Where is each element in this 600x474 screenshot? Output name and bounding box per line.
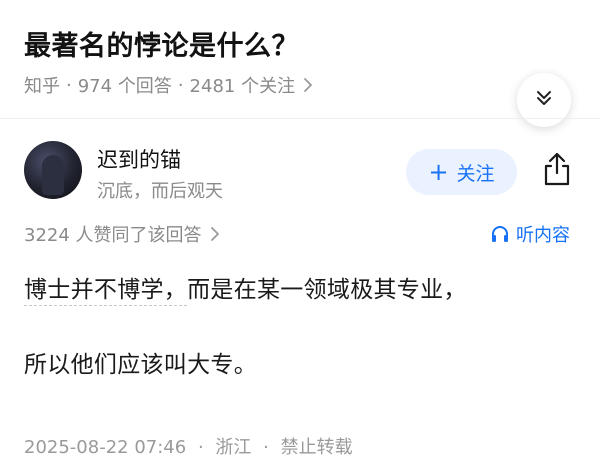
share-button[interactable] [538,150,576,192]
chevron-right-icon [303,77,313,93]
question-meta[interactable]: 知乎 · 974 个回答 · 2481 个关注 [24,72,313,98]
answer-footer: 2025-08-22 07:46 · 浙江 · 禁止转载 [24,433,353,459]
follow-label: 关注 [456,162,495,185]
answer-paragraph: 博士并不博学，而是在某一领域极其专业， [24,270,467,306]
upvote-info[interactable]: 3224 人赞同了该回答 [24,221,220,247]
share-icon [541,151,573,191]
answer-date: 2025-08-22 07:46 [24,437,187,458]
author-name[interactable]: 迟到的锚 [97,144,181,174]
answer-text-segment[interactable]: 博士并不博学， [24,277,188,306]
meta-separator: · [263,437,269,458]
answers-count: 974 个回答 [77,76,172,97]
answer-location: 浙江 [215,437,252,458]
plus-icon: + [428,158,449,186]
meta-separator: · [177,74,184,96]
listen-label: 听内容 [516,225,570,246]
answer-paragraph: 所以他们应该叫大专。 [24,352,257,378]
author-bio: 沉底，而后观天 [97,181,223,202]
meta-separator: · [66,74,72,96]
divider [0,118,600,119]
listen-button[interactable]: 听内容 [490,221,570,247]
copyright-label: 禁止转载 [280,437,353,458]
double-chevron-down-icon [534,88,554,112]
answer-text-segment: 而是在某一领域极其专业， [187,277,467,303]
meta-separator: · [197,437,204,458]
headphones-icon [490,224,510,244]
source-label: 知乎 [24,76,60,97]
question-title[interactable]: 最著名的悖论是什么？ [24,24,299,63]
chevron-right-icon [210,226,220,242]
avatar[interactable] [24,141,82,199]
follow-button[interactable]: + 关注 [406,149,517,195]
followers-count: 2481 个关注 [189,76,296,97]
upvote-count: 3224 人赞同了该回答 [24,225,202,246]
